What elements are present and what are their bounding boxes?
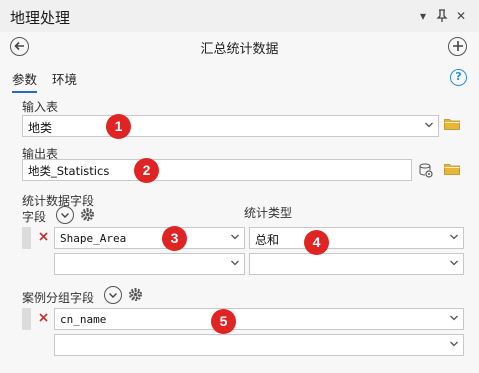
output-table-field[interactable]: 地类_Statistics <box>22 159 412 181</box>
tool-title: 汇总统计数据 <box>200 42 279 57</box>
annotation-badge-2: 2 <box>134 158 159 183</box>
row-drag-handle[interactable] <box>22 308 31 330</box>
field-column-label: 字段 <box>22 210 47 224</box>
stat-type-column-label: 统计类型 <box>244 206 293 220</box>
input-table-field[interactable]: 地类 <box>22 115 439 137</box>
tab-environments[interactable]: 环境 <box>52 69 77 88</box>
pin-icon[interactable] <box>435 9 449 23</box>
input-table-value: 地类 <box>28 121 53 135</box>
stat-type-select-empty[interactable] <box>249 253 464 275</box>
case-field-select-empty[interactable] <box>54 334 464 356</box>
close-icon[interactable]: ✕ <box>454 9 468 23</box>
chevron-down-icon[interactable] <box>449 313 459 323</box>
pane-menu-icon[interactable]: ▾ <box>416 9 430 23</box>
chevron-down-icon[interactable] <box>449 258 459 268</box>
chevron-down-icon[interactable] <box>230 232 240 242</box>
stat-type-select[interactable]: 总和 <box>249 227 464 249</box>
tab-parameters[interactable]: 参数 <box>12 69 38 93</box>
chevron-down-icon[interactable] <box>424 120 434 130</box>
help-icon[interactable]: ? <box>450 69 467 86</box>
gear-icon[interactable] <box>79 206 96 226</box>
stat-field-select-empty[interactable] <box>54 253 245 275</box>
database-settings-icon[interactable] <box>417 162 434 182</box>
stat-field-select[interactable]: Shape_Area <box>54 227 245 249</box>
annotation-badge-1: 1 <box>106 114 131 139</box>
folder-icon[interactable] <box>444 163 460 178</box>
pane-header <box>0 0 479 32</box>
remove-x-icon[interactable] <box>37 231 49 244</box>
annotation-badge-3: 3 <box>162 226 187 251</box>
chevron-down-icon[interactable] <box>449 232 459 242</box>
remove-x-icon[interactable] <box>37 312 49 325</box>
case-field-select[interactable]: cn_name <box>54 308 464 330</box>
pane-title: 地理处理 <box>10 9 71 27</box>
annotation-badge-4: 4 <box>304 230 329 255</box>
chevron-down-icon[interactable] <box>230 258 240 268</box>
gear-icon[interactable] <box>127 286 144 306</box>
case-field-value: cn_name <box>60 313 107 326</box>
case-fields-label: 案例分组字段 <box>22 291 95 305</box>
annotation-badge-5: 5 <box>211 309 236 334</box>
stat-type-value: 总和 <box>255 233 280 247</box>
chevron-down-icon[interactable] <box>449 339 459 349</box>
sort-chevron-icon[interactable] <box>56 206 74 224</box>
sort-chevron-icon[interactable] <box>104 286 122 304</box>
row-drag-handle[interactable] <box>22 227 31 249</box>
input-table-label: 输入表 <box>22 100 59 114</box>
stat-field-value: Shape_Area <box>60 232 127 245</box>
folder-icon[interactable] <box>444 118 460 133</box>
add-button[interactable] <box>448 37 467 56</box>
output-table-value: 地类_Statistics <box>28 164 110 178</box>
